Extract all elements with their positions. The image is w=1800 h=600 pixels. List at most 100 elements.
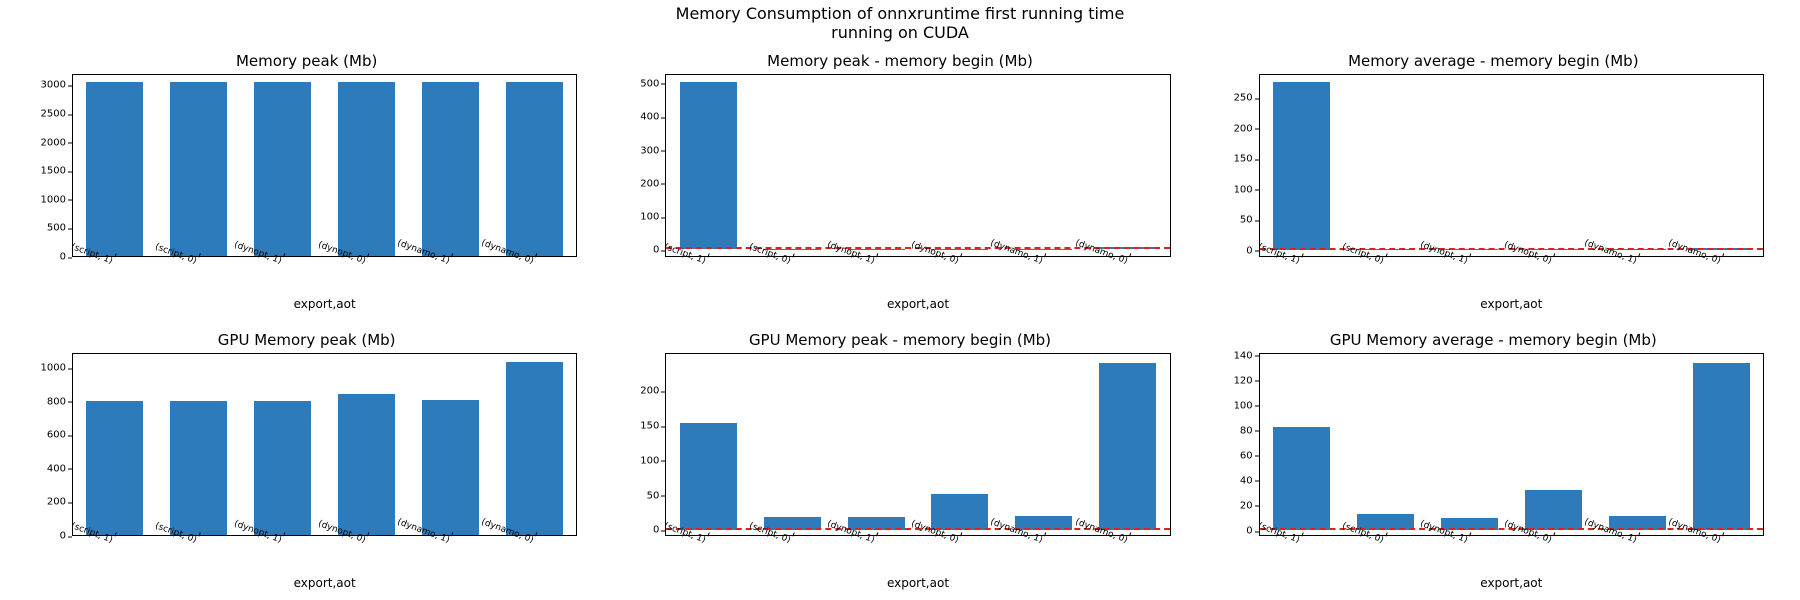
x-ticks: (script, 1)(script, 0)(dynopt, 1)(dynopt… [72, 536, 577, 592]
plot-area [73, 354, 576, 535]
plot-area [666, 354, 1169, 535]
subplot: Memory average - memory begin (Mb) 0 50 100… [1217, 52, 1770, 313]
y-tick-label: 500 [640, 78, 659, 89]
plot-area [1260, 75, 1763, 256]
x-ticks: (script, 1)(script, 0)(dynopt, 1)(dynopt… [72, 257, 577, 313]
bar [86, 401, 143, 536]
y-tick-label: 1500 [41, 166, 66, 177]
subplot-title: Memory average - memory begin (Mb) [1217, 52, 1770, 70]
axes [1259, 353, 1764, 536]
y-tick-label: 50 [1240, 215, 1253, 226]
axes [665, 353, 1170, 536]
y-ticks: 0 50 100 150 200 [623, 353, 663, 536]
y-tick-label: 80 [1240, 425, 1253, 436]
x-axis-label: export,aot [72, 576, 577, 590]
subplot-title: GPU Memory average - memory begin (Mb) [1217, 331, 1770, 349]
y-tick-label: 20 [1240, 500, 1253, 511]
y-tick-label: 0 [60, 531, 66, 542]
figure-suptitle: Memory Consumption of onnxruntime first … [0, 4, 1800, 42]
y-tick-label: 200 [1234, 123, 1253, 134]
subplot: Memory peak - memory begin (Mb) 0 100 200 30… [623, 52, 1176, 313]
y-tick-label: 0 [1246, 526, 1252, 537]
x-ticks: (script, 1)(script, 0)(dynopt, 1)(dynopt… [1259, 536, 1764, 592]
y-tick-label: 40 [1240, 475, 1253, 486]
bar [338, 82, 395, 256]
axes [72, 74, 577, 257]
subplot-title: Memory peak (Mb) [30, 52, 583, 70]
x-ticks: (script, 1)(script, 0)(dynopt, 1)(dynopt… [665, 257, 1170, 313]
subplot-grid: Memory peak (Mb)050010001500200025003000… [30, 52, 1770, 592]
y-tick-label: 200 [640, 386, 659, 397]
subplot-title: GPU Memory peak (Mb) [30, 331, 583, 349]
y-tick-label: 100 [640, 212, 659, 223]
bar [1099, 363, 1156, 530]
bar [338, 394, 395, 535]
y-tick-label: 400 [640, 112, 659, 123]
bar [680, 82, 737, 250]
subplot: GPU Memory peak (Mb) 0 200 400 600 800 1000 (sc… [30, 331, 583, 592]
y-tick-label: 400 [47, 463, 66, 474]
y-tick-label: 120 [1234, 375, 1253, 386]
y-tick-label: 150 [640, 421, 659, 432]
plot-area [1260, 354, 1763, 535]
plot-area [73, 75, 576, 256]
y-tick-label: 100 [640, 455, 659, 466]
y-ticks: 020406080100120140 [1217, 353, 1257, 536]
bar [1273, 427, 1330, 530]
x-axis-label: export,aot [1259, 297, 1764, 311]
x-ticks: (script, 1)(script, 0)(dynopt, 1)(dynopt… [665, 536, 1170, 592]
bar [1693, 363, 1750, 530]
axes [72, 353, 577, 536]
bar [254, 82, 311, 256]
y-ticks: 050010001500200025003000 [30, 74, 70, 257]
y-tick-label: 2500 [41, 109, 66, 120]
bar [86, 82, 143, 256]
subplot-title: GPU Memory peak - memory begin (Mb) [623, 331, 1176, 349]
y-tick-label: 50 [647, 490, 660, 501]
x-ticks: (script, 1)(script, 0)(dynopt, 1)(dynopt… [1259, 257, 1764, 313]
bar [680, 423, 737, 530]
y-tick-label: 0 [60, 252, 66, 263]
subplot: Memory peak (Mb)050010001500200025003000… [30, 52, 583, 313]
y-tick-label: 2000 [41, 137, 66, 148]
x-axis-label: export,aot [665, 576, 1170, 590]
x-axis-label: export,aot [665, 297, 1170, 311]
bar [931, 494, 988, 530]
bar [422, 82, 479, 256]
bar [422, 400, 479, 535]
y-tick-label: 200 [640, 178, 659, 189]
subplot: GPU Memory average - memory begin (Mb) 0 2… [1217, 331, 1770, 592]
y-tick-label: 300 [640, 145, 659, 156]
suptitle-line2: running on CUDA [831, 23, 969, 42]
y-tick-label: 1000 [41, 363, 66, 374]
suptitle-line1: Memory Consumption of onnxruntime first … [676, 4, 1125, 23]
subplot: GPU Memory peak - memory begin (Mb) 0 50 10… [623, 331, 1176, 592]
bar [1525, 490, 1582, 530]
y-tick-label: 250 [1234, 93, 1253, 104]
y-tick-label: 0 [653, 525, 659, 536]
subplot-title: Memory peak - memory begin (Mb) [623, 52, 1176, 70]
y-ticks: 0 50 100 150 200 250 [1217, 74, 1257, 257]
y-tick-label: 800 [47, 396, 66, 407]
y-tick-label: 600 [47, 430, 66, 441]
axes [1259, 74, 1764, 257]
y-tick-label: 3000 [41, 80, 66, 91]
bar [506, 82, 563, 256]
figure: Memory Consumption of onnxruntime first … [0, 0, 1800, 600]
x-axis-label: export,aot [72, 297, 577, 311]
y-tick-label: 100 [1234, 184, 1253, 195]
bar [506, 362, 563, 535]
y-ticks: 02004006008001000 [30, 353, 70, 536]
axes [665, 74, 1170, 257]
y-tick-label: 1000 [41, 194, 66, 205]
y-tick-label: 150 [1234, 154, 1253, 165]
y-tick-label: 200 [47, 497, 66, 508]
bar [170, 82, 227, 256]
y-tick-label: 0 [653, 245, 659, 256]
x-axis-label: export,aot [1259, 576, 1764, 590]
y-tick-label: 0 [1246, 245, 1252, 256]
y-tick-label: 100 [1234, 400, 1253, 411]
bar [170, 401, 227, 535]
bar [254, 401, 311, 536]
y-tick-label: 60 [1240, 450, 1253, 461]
